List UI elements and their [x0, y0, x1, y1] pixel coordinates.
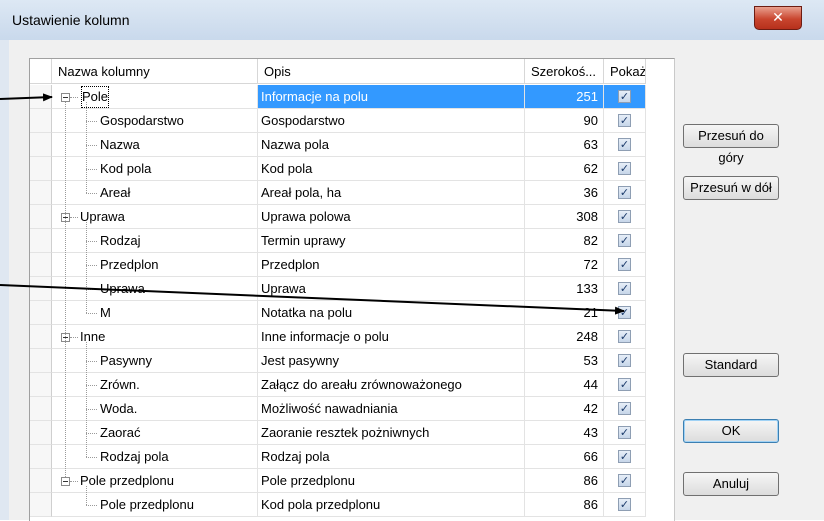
- annotation-arrows: [0, 93, 625, 315]
- arrow-to-checkbox: [0, 284, 625, 315]
- arrow-to-pole-row: [0, 93, 53, 102]
- dialog-window: Ustawienie kolumn ✕ Nazwa kolumny Opis S…: [0, 0, 824, 521]
